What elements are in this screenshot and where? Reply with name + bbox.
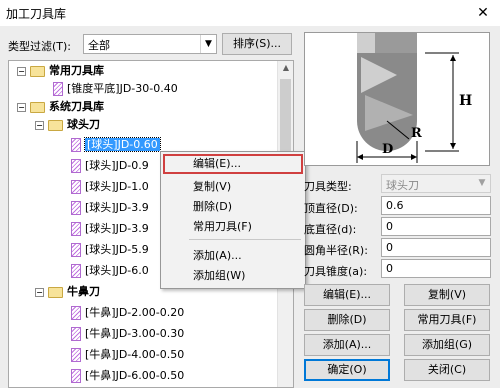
bottom-diameter-label: 底直径(d): bbox=[304, 223, 357, 236]
tool-icon bbox=[71, 159, 81, 173]
tree-item-label: [锥度平底]JD-30-0.40 bbox=[67, 82, 178, 95]
tree-item[interactable]: [牛鼻]JD-3.00-0.30 bbox=[71, 325, 184, 343]
sort-button[interactable]: 排序(S)... bbox=[222, 33, 292, 55]
menu-item-add-group[interactable]: 添加组(W) bbox=[193, 268, 245, 284]
tool-icon bbox=[71, 222, 81, 236]
tool-icon bbox=[71, 264, 81, 278]
tree-item[interactable]: [球头]JD-0.9 bbox=[71, 157, 149, 175]
tree-item[interactable]: [球头]JD-1.0 bbox=[71, 178, 149, 196]
label-r: R bbox=[411, 126, 422, 141]
tree-item-label: [牛鼻]JD-6.00-0.50 bbox=[85, 369, 185, 382]
tree-item-label: [球头]JD-6.0 bbox=[85, 264, 149, 277]
menu-item-common-tool[interactable]: 常用刀具(F) bbox=[193, 219, 252, 235]
tree-item[interactable]: [球头]JD-3.9 bbox=[71, 220, 149, 238]
tree-node-ball-group[interactable]: − 球头刀 bbox=[35, 116, 100, 134]
tool-icon bbox=[71, 180, 81, 194]
tool-icon bbox=[71, 327, 81, 341]
type-filter-select[interactable]: 全部 ▼ bbox=[83, 34, 217, 54]
ok-button[interactable]: 确定(O) bbox=[304, 359, 390, 381]
tool-icon bbox=[71, 306, 81, 320]
folder-icon bbox=[30, 65, 45, 77]
collapse-icon[interactable]: − bbox=[17, 66, 26, 76]
taper-value: 0 bbox=[386, 262, 393, 275]
tool-icon bbox=[71, 369, 81, 383]
tree-item[interactable]: [球头]JD-6.0 bbox=[71, 262, 149, 280]
scroll-up-icon[interactable]: ▲ bbox=[278, 63, 293, 72]
taper-field[interactable]: 0 bbox=[381, 259, 491, 278]
top-diameter-value: 0.6 bbox=[386, 199, 404, 212]
copy-button[interactable]: 复制(V) bbox=[404, 284, 490, 306]
tool-type-label: 刀具类型: bbox=[304, 180, 352, 193]
tree-item-selected[interactable]: [球头]JD-0.60 bbox=[71, 136, 161, 154]
title-bar: 加工刀具库 ✕ bbox=[0, 0, 500, 26]
tree-item[interactable]: [牛鼻]JD-2.00-0.20 bbox=[71, 304, 184, 322]
label-h: H bbox=[459, 93, 472, 109]
folder-icon bbox=[30, 101, 45, 113]
tool-type-value: 球头刀 bbox=[386, 179, 419, 192]
tool-icon bbox=[71, 201, 81, 215]
menu-item-copy[interactable]: 复制(V) bbox=[193, 179, 231, 195]
tree-node-system-library[interactable]: − 系统刀具库 bbox=[17, 98, 104, 116]
tool-type-select[interactable]: 球头刀 ▼ bbox=[381, 174, 491, 193]
chevron-down-icon: ▼ bbox=[200, 35, 216, 53]
add-button[interactable]: 添加(A)... bbox=[304, 334, 390, 356]
tree-item-label: [球头]JD-0.9 bbox=[85, 159, 149, 172]
edit-button[interactable]: 编辑(E)... bbox=[304, 284, 390, 306]
tree-node-label: 球头刀 bbox=[67, 118, 100, 131]
tool-icon bbox=[53, 82, 63, 96]
bottom-diameter-value: 0 bbox=[386, 220, 393, 233]
tree-item-label: [球头]JD-5.9 bbox=[85, 243, 149, 256]
tree-item[interactable]: [牛鼻]JD-4.00-0.50 bbox=[71, 346, 184, 364]
tree-item[interactable]: [牛鼻]JD-6.00-0.50 bbox=[71, 367, 184, 385]
chevron-down-icon: ▼ bbox=[478, 178, 486, 188]
type-filter-value: 全部 bbox=[88, 39, 110, 52]
close-button[interactable]: 关闭(C) bbox=[404, 359, 490, 381]
collapse-icon[interactable]: − bbox=[35, 120, 44, 130]
tree-item-label: [牛鼻]JD-3.00-0.30 bbox=[85, 327, 185, 340]
label-d: D bbox=[382, 142, 393, 157]
taper-label: 刀具锥度(a): bbox=[304, 265, 368, 278]
tree-item[interactable]: [球头]JD-5.9 bbox=[71, 241, 149, 259]
tree-item-label: [球头]JD-1.0 bbox=[85, 180, 149, 193]
window-title: 加工刀具库 bbox=[6, 7, 67, 21]
close-icon[interactable]: ✕ bbox=[472, 2, 494, 24]
tool-library-dialog: 加工刀具库 ✕ 类型过滤(T): 全部 ▼ 排序(S)... ▲ − 常用刀具库 … bbox=[0, 0, 500, 388]
bottom-diameter-field[interactable]: 0 bbox=[381, 217, 491, 236]
menu-item-add[interactable]: 添加(A)... bbox=[193, 248, 242, 264]
tool-preview: H R D bbox=[304, 32, 490, 166]
folder-icon bbox=[48, 119, 63, 131]
tree-item-label: [球头]JD-3.9 bbox=[85, 222, 149, 235]
tool-icon bbox=[71, 348, 81, 362]
top-diameter-field[interactable]: 0.6 bbox=[381, 196, 491, 215]
collapse-icon[interactable]: − bbox=[35, 287, 44, 297]
tree-item-label: [球头]JD-0.60 bbox=[84, 137, 161, 152]
tree-item-label: [牛鼻]JD-4.00-0.50 bbox=[85, 348, 185, 361]
tree-item-label: [球头]JD-3.9 bbox=[85, 201, 149, 214]
tree-node-label: 常用刀具库 bbox=[49, 64, 104, 77]
menu-item-edit[interactable]: 编辑(E)... bbox=[193, 156, 241, 172]
tree-node-label: 系统刀具库 bbox=[49, 100, 104, 113]
add-group-button[interactable]: 添加组(G) bbox=[404, 334, 490, 356]
top-diameter-label: 顶直径(D): bbox=[304, 202, 358, 215]
corner-radius-label: 圆角半径(R): bbox=[304, 244, 368, 257]
tool-icon bbox=[71, 138, 81, 152]
tree-node-common-library[interactable]: − 常用刀具库 bbox=[17, 62, 104, 80]
menu-separator bbox=[189, 239, 301, 240]
tool-icon bbox=[71, 243, 81, 257]
folder-icon bbox=[48, 286, 63, 298]
ball-end-mill-diagram: H R D bbox=[356, 33, 472, 163]
delete-button[interactable]: 删除(D) bbox=[304, 309, 390, 331]
collapse-icon[interactable]: − bbox=[17, 102, 26, 112]
type-filter-label: 类型过滤(T): bbox=[8, 40, 72, 53]
common-tool-button[interactable]: 常用刀具(F) bbox=[404, 309, 490, 331]
tree-node-bull-group[interactable]: − 牛鼻刀 bbox=[35, 283, 100, 301]
tree-node-label: 牛鼻刀 bbox=[67, 285, 100, 298]
corner-radius-field[interactable]: 0 bbox=[381, 238, 491, 257]
context-menu: 编辑(E)... 复制(V) 删除(D) 常用刀具(F) 添加(A)... 添加… bbox=[160, 151, 306, 289]
tree-item-label: [牛鼻]JD-2.00-0.20 bbox=[85, 306, 185, 319]
tree-item[interactable]: [球头]JD-3.9 bbox=[71, 199, 149, 217]
corner-radius-value: 0 bbox=[386, 241, 393, 254]
menu-item-delete[interactable]: 删除(D) bbox=[193, 199, 232, 215]
tree-item[interactable]: [锥度平底]JD-30-0.40 bbox=[53, 80, 178, 98]
